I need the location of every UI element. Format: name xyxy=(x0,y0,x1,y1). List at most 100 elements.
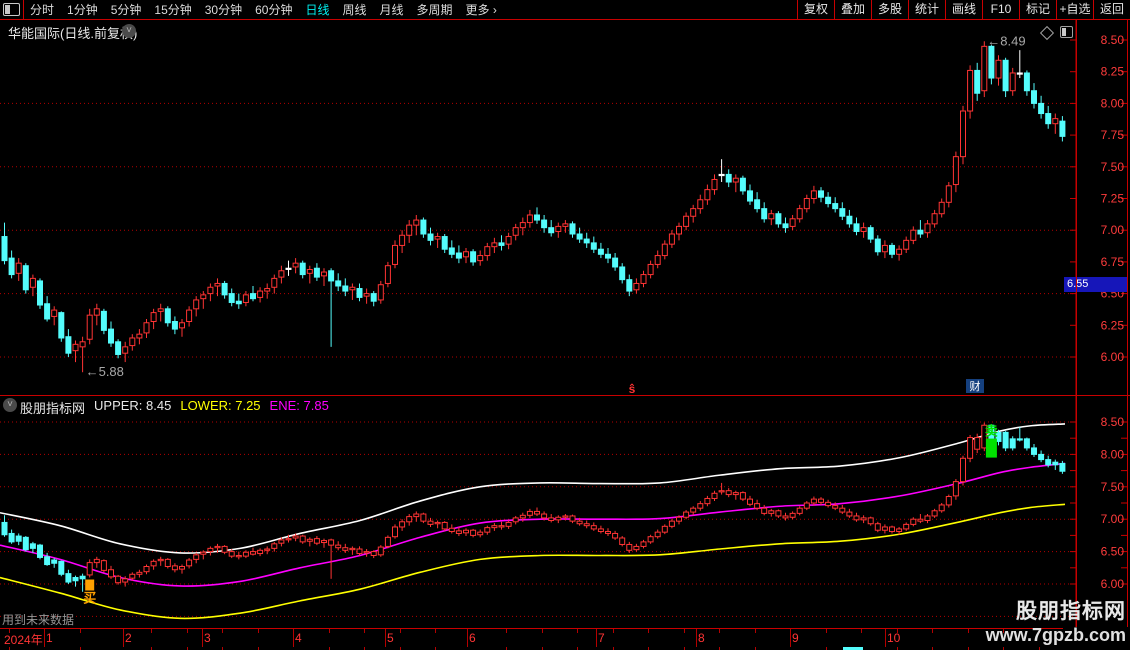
candle xyxy=(641,271,646,287)
sub-candle-body xyxy=(613,533,618,538)
candle xyxy=(506,233,511,249)
future-data-warning: 用到未来数据 xyxy=(2,611,74,628)
candle-body xyxy=(648,264,653,274)
candle-body xyxy=(1060,121,1065,136)
sub-candle xyxy=(144,565,149,575)
menu-item-monthly[interactable]: 月线 xyxy=(380,1,404,18)
sub-candle xyxy=(776,509,781,517)
menu-item-daily[interactable]: 日线 xyxy=(305,1,329,18)
watermark-site-name: 股朋指标网 xyxy=(986,595,1126,625)
week-tick xyxy=(151,629,152,633)
sub-candle xyxy=(393,524,398,538)
week-tick xyxy=(613,629,614,633)
sub-candle xyxy=(506,520,511,528)
candle-body xyxy=(819,191,824,197)
candle xyxy=(847,210,852,228)
sub-candle-body xyxy=(23,537,28,549)
month-separator xyxy=(44,629,45,647)
candle-body xyxy=(45,304,50,319)
menu-item-60min[interactable]: 60分钟 xyxy=(255,1,292,18)
menu-item-realtime[interactable]: 分时 xyxy=(30,1,54,18)
candle-body xyxy=(151,313,156,322)
panel-layout-icon[interactable] xyxy=(1060,26,1073,38)
menu-item-more[interactable]: 更多 › xyxy=(466,1,497,18)
candle xyxy=(215,278,220,296)
candle-body xyxy=(407,225,412,235)
sub-candle-body xyxy=(584,524,589,526)
menu-item-5min[interactable]: 5分钟 xyxy=(111,1,142,18)
week-tick xyxy=(9,629,10,633)
sub-candle-body xyxy=(1039,454,1044,459)
menu-item-overlay[interactable]: 叠加 xyxy=(834,0,871,19)
candle xyxy=(918,220,923,238)
candle xyxy=(975,63,980,101)
candle-body xyxy=(158,309,163,312)
menu-item-15min[interactable]: 15分钟 xyxy=(154,1,191,18)
menu-item-multi-period[interactable]: 多周期 xyxy=(417,1,453,18)
menu-item-1min[interactable]: 1分钟 xyxy=(67,1,98,18)
sub-candle xyxy=(343,544,348,553)
sub-candle-body xyxy=(66,574,71,582)
candle-body xyxy=(953,157,958,185)
candle xyxy=(904,237,909,253)
candle-body xyxy=(811,191,816,199)
sub-candle xyxy=(925,514,930,523)
candle-body xyxy=(925,224,930,233)
menu-item-multi-stock[interactable]: 多股 xyxy=(871,0,908,19)
candle xyxy=(804,195,809,213)
sub-candle-body xyxy=(258,550,263,553)
week-tick xyxy=(719,629,720,633)
candle xyxy=(229,289,234,307)
menu-item-add-watch[interactable]: +自选 xyxy=(1056,0,1093,19)
candle xyxy=(307,266,312,284)
sub-candle-body xyxy=(421,514,426,521)
sub-candle xyxy=(109,566,114,579)
candle xyxy=(755,192,760,212)
sub-candle-body xyxy=(748,499,753,504)
candle xyxy=(314,263,319,281)
candle xyxy=(748,185,753,205)
candle-body xyxy=(307,270,312,274)
candle xyxy=(478,250,483,265)
sub-candle xyxy=(705,496,710,506)
candle-body xyxy=(258,291,263,297)
candle xyxy=(137,329,142,344)
timeline-axis[interactable]: 2024年 12345678910 xyxy=(0,628,1063,648)
sub-candle xyxy=(2,515,7,536)
candle xyxy=(563,220,568,233)
menu-item-restore-rights[interactable]: 复权 xyxy=(797,0,834,19)
menu-item-statistics[interactable]: 统计 xyxy=(908,0,945,19)
sub-candle-body xyxy=(109,570,114,577)
candle xyxy=(591,237,596,253)
menu-item-weekly[interactable]: 周线 xyxy=(342,1,366,18)
menu-item-back[interactable]: 返回 xyxy=(1093,0,1130,19)
sub-candle-body xyxy=(393,527,398,537)
candle xyxy=(279,266,284,284)
candle-body xyxy=(939,202,944,213)
sub-candle-body xyxy=(769,511,774,514)
candle-body xyxy=(464,252,469,257)
sub-candle-body xyxy=(428,521,433,524)
menu-item-draw-line[interactable]: 画线 xyxy=(945,0,982,19)
menu-item-30min[interactable]: 30分钟 xyxy=(205,1,242,18)
sub-candle xyxy=(265,546,270,554)
sub-candle-body xyxy=(456,531,461,534)
sub-candle xyxy=(961,456,966,486)
sub-candle-body xyxy=(144,567,149,572)
candle-body xyxy=(783,224,788,228)
candle-body xyxy=(243,295,248,303)
stock-title[interactable]: 华能国际(日线.前复权) xyxy=(8,23,137,42)
candle-body xyxy=(300,263,305,274)
layout-toggle-icon[interactable] xyxy=(3,3,20,16)
sub-candle-body xyxy=(847,512,852,516)
title-chevron-down-icon[interactable]: ˅ xyxy=(122,24,136,38)
menu-item-mark[interactable]: 标记 xyxy=(1019,0,1056,19)
sub-candle xyxy=(882,524,887,533)
menu-item-f10[interactable]: F10 xyxy=(982,0,1019,19)
sub-candle xyxy=(336,541,341,550)
candle xyxy=(371,291,376,306)
sub-candle-body xyxy=(975,438,980,450)
month-label: 1 xyxy=(46,631,53,645)
candle xyxy=(691,205,696,223)
candle xyxy=(527,210,532,228)
